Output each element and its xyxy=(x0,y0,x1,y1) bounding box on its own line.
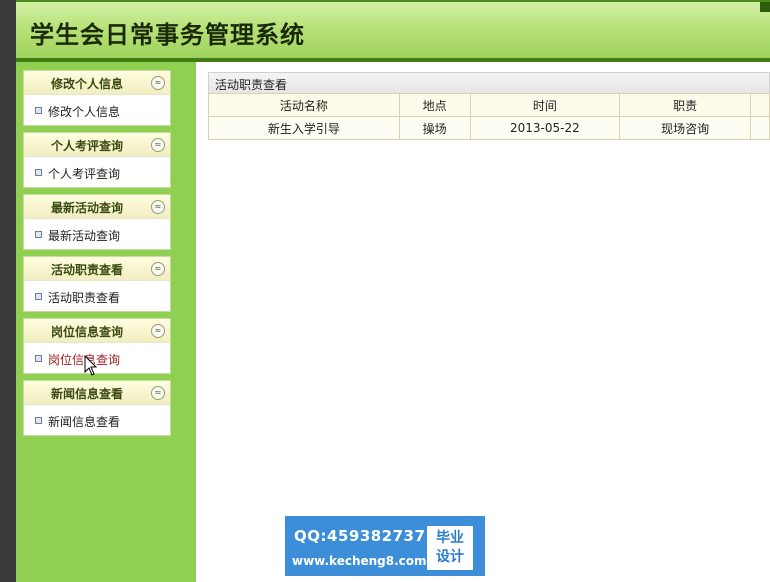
bullet-icon xyxy=(35,231,42,238)
column-header-overflow xyxy=(750,93,770,117)
panel-title: 活动职责查看 xyxy=(215,78,288,92)
column-header-location: 地点 xyxy=(398,93,471,117)
sidebar-link-evaluation[interactable]: 个人考评查询 xyxy=(48,165,120,182)
collapse-chevron-icon[interactable]: ≈ xyxy=(151,262,165,276)
bullet-icon xyxy=(35,107,42,114)
app-header: 学生会日常事务管理系统 xyxy=(16,0,770,62)
watermark-badge-line2: 设计 xyxy=(436,549,464,565)
sidebar-group-body: 新闻信息查看 xyxy=(23,404,171,436)
collapse-chevron-icon[interactable]: ≈ xyxy=(151,138,165,152)
sidebar-group-activity-duties: 活动职责查看 ≈ 活动职责查看 xyxy=(23,256,171,312)
collapse-chevron-icon[interactable]: ≈ xyxy=(151,76,165,90)
sidebar-group-body: 最新活动查询 xyxy=(23,218,171,250)
collapse-chevron-icon[interactable]: ≈ xyxy=(151,200,165,214)
watermark-url: www.kecheng8.com xyxy=(292,554,427,568)
sidebar-link-activity-duties[interactable]: 活动职责查看 xyxy=(48,289,120,306)
sidebar-group-header[interactable]: 新闻信息查看 ≈ xyxy=(23,380,171,404)
sidebar-group-header[interactable]: 修改个人信息 ≈ xyxy=(23,70,171,94)
sidebar-group-body: 修改个人信息 xyxy=(23,94,171,126)
sidebar-group-header[interactable]: 最新活动查询 ≈ xyxy=(23,194,171,218)
watermark-banner: QQ:459382737 www.kecheng8.com 毕业 设计 xyxy=(285,516,485,576)
sidebar-group-title: 活动职责查看 xyxy=(50,263,123,277)
sidebar-group-header[interactable]: 岗位信息查询 ≈ xyxy=(23,318,171,342)
bullet-icon xyxy=(35,169,42,176)
collapse-chevron-icon[interactable]: ≈ xyxy=(151,386,165,400)
watermark-qq: QQ:459382737 xyxy=(294,527,426,545)
sidebar: 修改个人信息 ≈ 修改个人信息 个人考评查询 ≈ 个人考评查询 最新活动查询 ≈… xyxy=(16,62,196,582)
sidebar-group-title: 岗位信息查询 xyxy=(50,325,123,339)
mouse-cursor-icon xyxy=(84,355,98,376)
sidebar-group-news: 新闻信息查看 ≈ 新闻信息查看 xyxy=(23,380,171,436)
table-header-row: 活动名称 地点 时间 职责 xyxy=(208,93,770,117)
sidebar-group-title: 新闻信息查看 xyxy=(50,387,123,401)
main-content: 活动职责查看 活动名称 地点 时间 职责 新生入学引导 操场 2013-05-2… xyxy=(196,62,770,582)
sidebar-group-header[interactable]: 活动职责查看 ≈ xyxy=(23,256,171,280)
sidebar-group-title: 个人考评查询 xyxy=(50,139,123,153)
cell-location: 操场 xyxy=(398,116,471,140)
sidebar-group-title: 最新活动查询 xyxy=(50,201,123,215)
sidebar-link-edit-profile[interactable]: 修改个人信息 xyxy=(48,103,120,120)
left-dark-strip xyxy=(0,0,16,582)
sidebar-link-news[interactable]: 新闻信息查看 xyxy=(48,413,120,430)
watermark-badge-line1: 毕业 xyxy=(436,530,464,546)
watermark-badge: 毕业 设计 xyxy=(427,526,473,570)
sidebar-group-body: 活动职责查看 xyxy=(23,280,171,312)
cell-time: 2013-05-22 xyxy=(469,116,621,140)
column-header-time: 时间 xyxy=(469,93,621,117)
panel-title-bar: 活动职责查看 xyxy=(208,72,770,94)
cell-overflow xyxy=(750,116,770,140)
cell-activity-name: 新生入学引导 xyxy=(208,116,400,140)
table-row: 新生入学引导 操场 2013-05-22 现场咨询 xyxy=(208,116,770,140)
column-header-duty: 职责 xyxy=(619,93,752,117)
sidebar-group-body: 个人考评查询 xyxy=(23,156,171,188)
sidebar-group-edit-profile: 修改个人信息 ≈ 修改个人信息 xyxy=(23,70,171,126)
sidebar-link-latest-activities[interactable]: 最新活动查询 xyxy=(48,227,120,244)
column-header-activity-name: 活动名称 xyxy=(208,93,400,117)
duties-table: 活动名称 地点 时间 职责 新生入学引导 操场 2013-05-22 现场咨询 xyxy=(208,93,770,140)
cell-duty: 现场咨询 xyxy=(619,116,752,140)
sidebar-group-header[interactable]: 个人考评查询 ≈ xyxy=(23,132,171,156)
sidebar-group-evaluation: 个人考评查询 ≈ 个人考评查询 xyxy=(23,132,171,188)
sidebar-group-title: 修改个人信息 xyxy=(50,77,123,91)
collapse-chevron-icon[interactable]: ≈ xyxy=(151,324,165,338)
bullet-icon xyxy=(35,417,42,424)
sidebar-group-latest-activities: 最新活动查询 ≈ 最新活动查询 xyxy=(23,194,171,250)
app-title: 学生会日常事务管理系统 xyxy=(30,20,305,49)
bullet-icon xyxy=(35,355,42,362)
bullet-icon xyxy=(35,293,42,300)
header-corner-decoration xyxy=(760,2,770,12)
